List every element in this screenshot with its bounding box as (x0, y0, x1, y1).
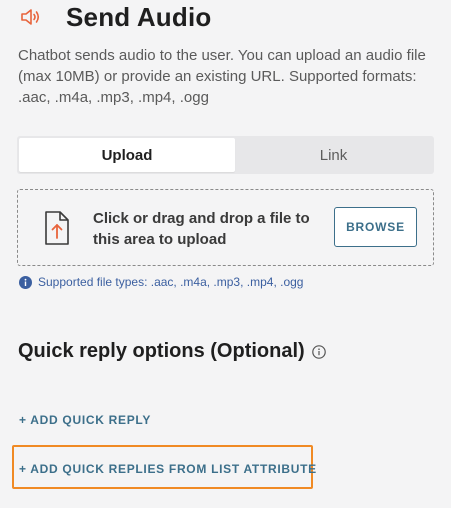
tab-link[interactable]: Link (235, 138, 432, 172)
tab-upload[interactable]: Upload (19, 138, 235, 172)
supported-types-text: Supported file types: .aac, .m4a, .mp3, … (38, 275, 304, 289)
add-quick-reply-button[interactable]: + ADD QUICK REPLY (19, 413, 151, 427)
description-text: Chatbot sends audio to the user. You can… (18, 47, 426, 106)
help-circle-icon[interactable] (311, 344, 326, 359)
file-dropzone[interactable]: Click or drag and drop a file to this ar… (17, 189, 434, 266)
page-title: Send Audio (66, 1, 212, 32)
info-icon (19, 275, 32, 289)
quick-reply-heading: Quick reply options (Optional) (18, 340, 326, 363)
add-quick-replies-from-list-button[interactable]: + ADD QUICK REPLIES FROM LIST ATTRIBUTE (19, 462, 317, 476)
file-upload-icon (43, 209, 71, 247)
dropzone-instruction: Click or drag and drop a file to this ar… (93, 210, 310, 248)
upload-mode-tabs: Upload Link (17, 136, 434, 174)
supported-types-note: Supported file types: .aac, .m4a, .mp3, … (19, 275, 303, 289)
header: Send Audio (20, 0, 211, 34)
quick-reply-title: Quick reply options (Optional) (18, 340, 305, 362)
browse-button[interactable]: BROWSE (334, 207, 417, 247)
speaker-icon (20, 7, 42, 27)
